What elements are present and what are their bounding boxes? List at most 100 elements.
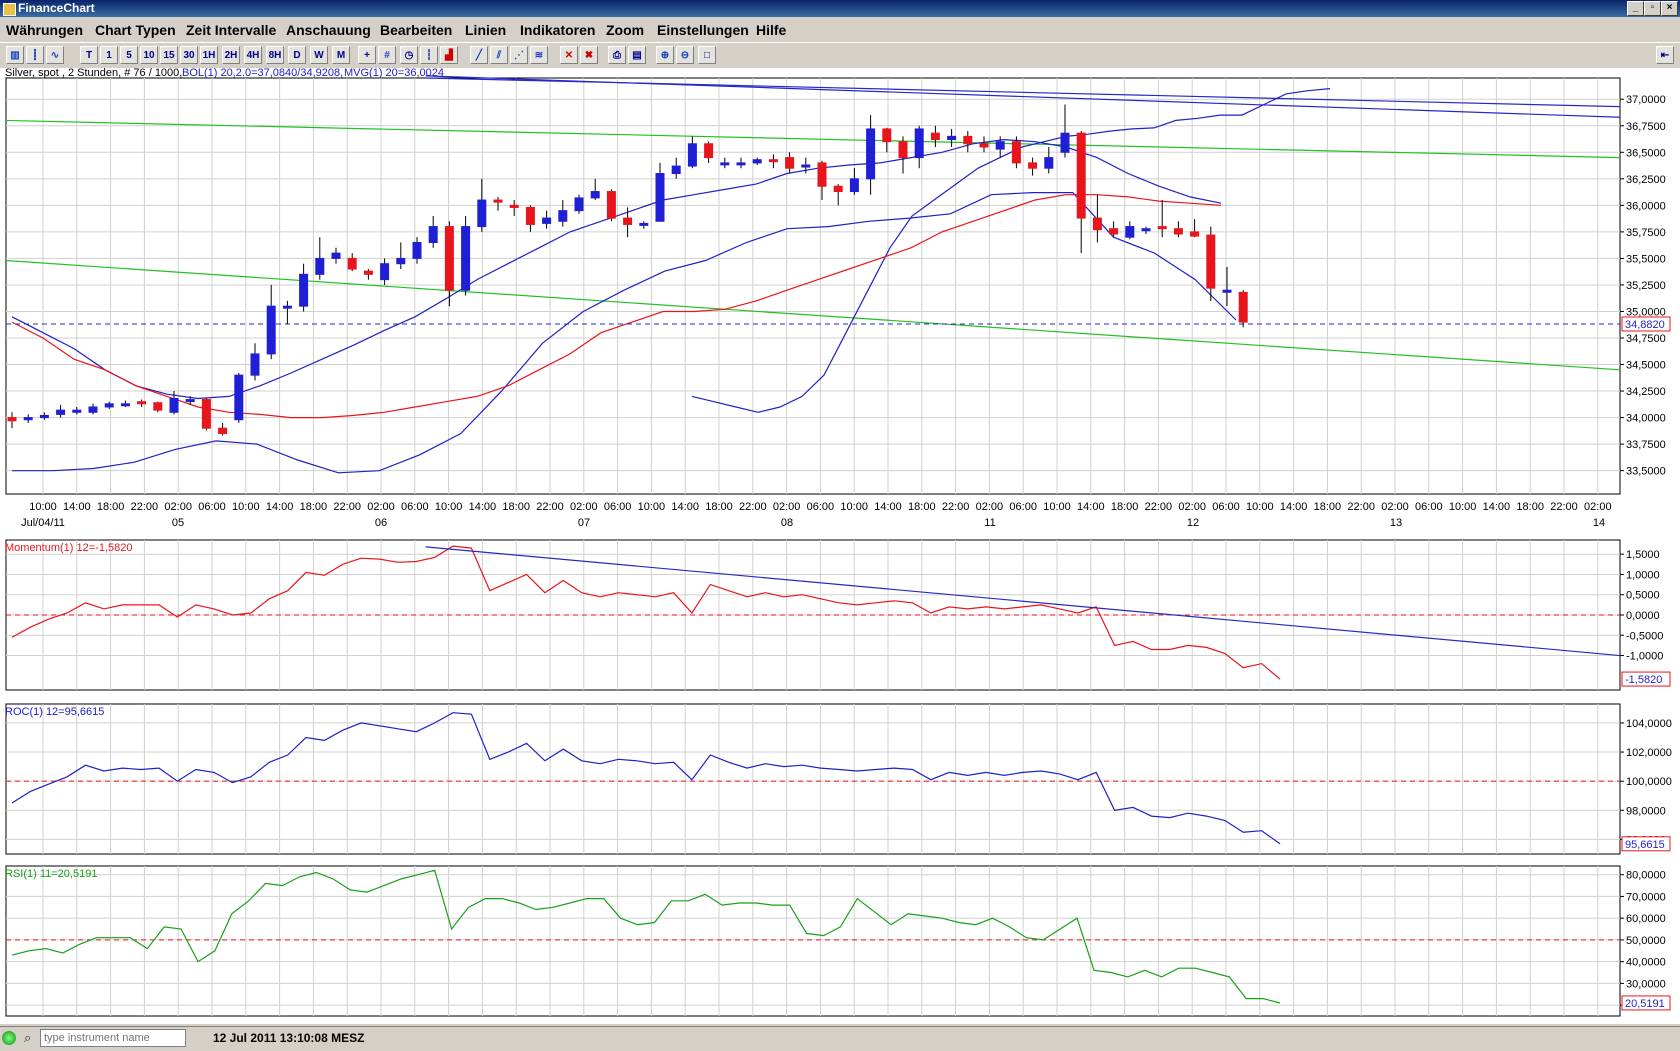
menu-zeit-intervalle[interactable]: Zeit Intervalle [186, 22, 276, 38]
candle-body [542, 217, 552, 224]
clock-icon[interactable]: ◷ [400, 46, 418, 64]
candle-body [639, 222, 649, 226]
candle-body [720, 162, 730, 166]
candle-body [1222, 289, 1232, 293]
x-date-label: 08 [781, 517, 793, 529]
y-tick-label: 60,0000 [1626, 913, 1666, 925]
delete-all-icon[interactable]: ✖ [580, 46, 598, 64]
fit-icon[interactable]: □ [698, 46, 716, 64]
menu-bearbeiten[interactable]: Bearbeiten [380, 22, 452, 38]
x-tick-label: 10:00 [840, 501, 868, 513]
interval-1-button[interactable]: 1 [100, 46, 118, 64]
candle-body [833, 185, 843, 193]
interval-4h-button[interactable]: 4H [244, 46, 262, 64]
expand-panel-icon[interactable]: ⇤ [1656, 46, 1674, 64]
interval-15-button[interactable]: 15 [160, 46, 178, 64]
x-tick-label: 18:00 [300, 501, 328, 513]
candle-body [1044, 157, 1054, 169]
y-tick-label: 70,0000 [1626, 891, 1666, 903]
candle-body [104, 403, 114, 408]
candle-body [266, 305, 276, 355]
draw-line-icon[interactable]: ╱ [470, 46, 488, 64]
menu-waehrungen[interactable]: Währungen [6, 22, 83, 38]
interval-d-button[interactable]: D [288, 46, 306, 64]
minimize-button[interactable]: _ [1627, 1, 1644, 16]
x-tick-label: 02:00 [1178, 501, 1206, 513]
menu-anschauung[interactable]: Anschauung [286, 22, 371, 38]
bar-chart-icon[interactable]: ┋ [26, 46, 44, 64]
menu-linien[interactable]: Linien [465, 22, 506, 38]
x-tick-label: 10:00 [1246, 501, 1274, 513]
volume-icon[interactable]: ┆ [420, 46, 438, 64]
x-tick-label: 10:00 [1449, 501, 1477, 513]
candle-body [363, 270, 373, 275]
interval-10-button[interactable]: 10 [140, 46, 158, 64]
print-icon[interactable]: ⎙ [608, 46, 626, 64]
maximize-button[interactable]: ▫ [1644, 1, 1661, 16]
x-date-label: 14 [1593, 517, 1605, 529]
zoom-in-icon[interactable]: ⊕ [656, 46, 674, 64]
candle-body [1173, 228, 1183, 235]
line-chart-icon[interactable]: ∿ [46, 46, 64, 64]
candle-body [1060, 132, 1070, 153]
x-tick-label: 18:00 [1111, 501, 1139, 513]
interval-30-button[interactable]: 30 [180, 46, 198, 64]
menu-zoom[interactable]: Zoom [606, 22, 644, 38]
bollinger-legend: BOL(1) 20,2.0=37,0840/34,9208, [182, 68, 343, 79]
candle-body [137, 401, 147, 405]
candle-body [574, 197, 584, 212]
candle-body [23, 417, 33, 421]
status-datetime: 12 Jul 2011 13:10:08 MESZ [213, 1031, 365, 1045]
x-tick-label: 10:00 [435, 501, 463, 513]
interval-1h-button[interactable]: 1H [200, 46, 218, 64]
candle-body [687, 143, 697, 167]
candle-body [347, 257, 357, 270]
y-tick-label: 33,7500 [1626, 439, 1666, 451]
menu-indikatoren[interactable]: Indikatoren [520, 22, 595, 38]
y-tick-label: -1,0000 [1626, 651, 1663, 663]
panel-frame-2 [5, 703, 1621, 855]
candle-chart-icon[interactable]: ▥ [6, 46, 24, 64]
candle-body [898, 141, 908, 159]
interval-w-button[interactable]: W [310, 46, 328, 64]
candle-body [736, 162, 746, 166]
candle-body [785, 157, 795, 169]
candle-body [801, 164, 811, 168]
candle-body [72, 409, 82, 413]
x-tick-label: 18:00 [705, 501, 733, 513]
indicator-icon[interactable]: ▟ [440, 46, 458, 64]
chart-canvas[interactable]: 37,0000 36,7500 36,5000 36,2500 36,0000 35,75… [0, 67, 1680, 1024]
menu-hilfe[interactable]: Hilfe [756, 22, 786, 38]
candle-body [218, 427, 228, 435]
candle-body [914, 128, 924, 159]
candle-body [606, 191, 616, 219]
x-tick-label: 22:00 [131, 501, 159, 513]
interval-8h-button[interactable]: 8H [266, 46, 284, 64]
interval-2h-button[interactable]: 2H [222, 46, 240, 64]
menu-einstellungen[interactable]: Einstellungen [657, 22, 749, 38]
interval-t-button[interactable]: T [80, 46, 98, 64]
x-tick-label: 10:00 [1043, 501, 1071, 513]
x-tick-label: 22:00 [536, 501, 564, 513]
close-button[interactable]: × [1661, 1, 1678, 16]
candle-body [477, 199, 487, 228]
grid-icon[interactable]: # [378, 46, 396, 64]
panel-frame-0 [5, 77, 1621, 495]
instrument-search-input[interactable] [40, 1029, 186, 1047]
draw-fan-icon[interactable]: ⋰ [510, 46, 528, 64]
zoom-out-icon[interactable]: ⊖ [676, 46, 694, 64]
crosshair-icon[interactable]: + [358, 46, 376, 64]
preview-icon[interactable]: ▤ [628, 46, 646, 64]
x-tick-label: 06:00 [1009, 501, 1037, 513]
interval-5-button[interactable]: 5 [120, 46, 138, 64]
candle-body [1141, 228, 1151, 232]
candle-body [509, 204, 519, 208]
draw-fibonacci-icon[interactable]: ≋ [530, 46, 548, 64]
draw-channel-icon[interactable]: ⫽ [490, 46, 508, 64]
panel-frame-3 [5, 865, 1621, 1017]
interval-m-button[interactable]: M [332, 46, 350, 64]
y-tick-label: 35,5000 [1626, 253, 1666, 265]
delete-line-icon[interactable]: ✕ [560, 46, 578, 64]
menu-chart-typen[interactable]: Chart Typen [95, 22, 176, 38]
candle-body [7, 417, 17, 422]
